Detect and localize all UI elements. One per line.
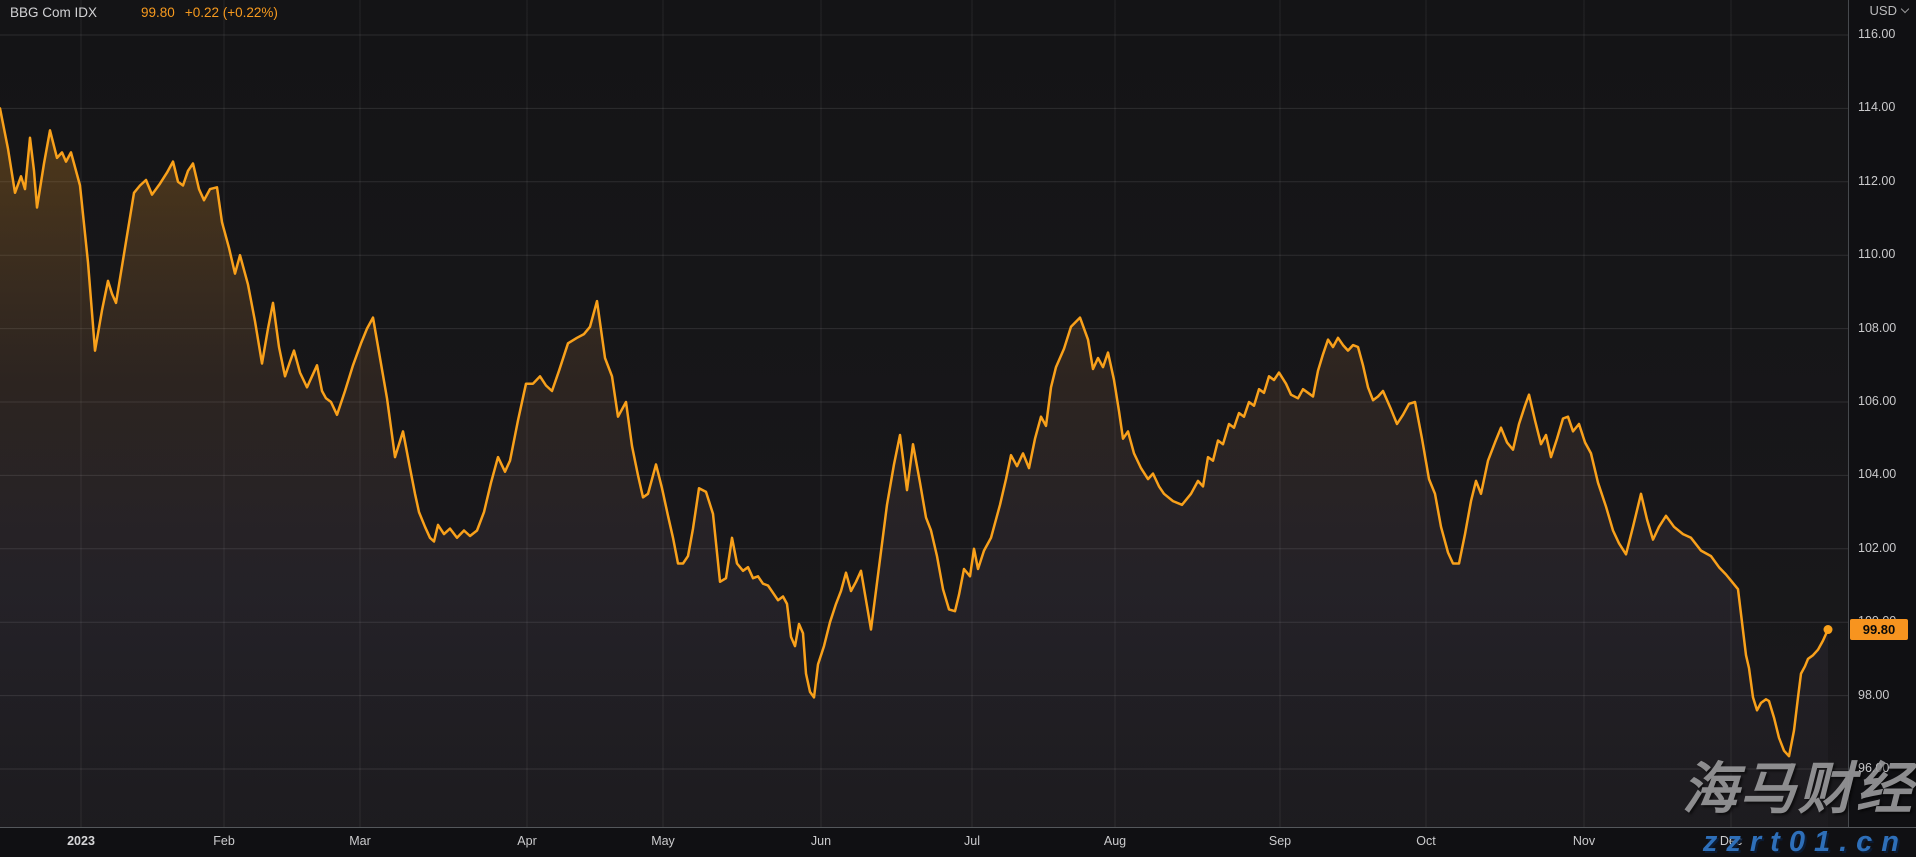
price-tick-116.00: 116.00 (1858, 27, 1895, 41)
time-tick-Sep: Sep (1269, 834, 1291, 848)
last-price-dot (1824, 625, 1833, 634)
chevron-down-icon (1901, 5, 1909, 13)
area-fill (0, 108, 1828, 827)
time-tick-Apr: Apr (517, 834, 536, 848)
price-tick-114.00: 114.00 (1858, 100, 1895, 114)
time-tick-Dec: Dec (1720, 834, 1742, 848)
price-tick-110.00: 110.00 (1858, 247, 1895, 261)
currency-dropdown[interactable]: USD (1870, 3, 1908, 18)
last-price-text: 99.80 (141, 5, 175, 20)
time-tick-2023: 2023 (67, 834, 95, 848)
time-tick-May: May (651, 834, 675, 848)
security-name: BBG Com IDX (10, 5, 97, 20)
time-tick-Aug: Aug (1104, 834, 1126, 848)
time-tick-Feb: Feb (213, 834, 235, 848)
price-tick-96.00: 96.00 (1858, 761, 1889, 775)
price-tick-112.00: 112.00 (1858, 174, 1895, 188)
time-tick-Nov: Nov (1573, 834, 1595, 848)
time-tick-Oct: Oct (1416, 834, 1435, 848)
price-axis: USD 116.00 114.00 112.00 110.00 108.00 106.00… (1848, 0, 1916, 827)
price-tick-98.00: 98.00 (1858, 688, 1889, 702)
security-header: BBG Com IDX 99.80 +0.22 (+0.22%) (10, 5, 278, 20)
last-price-badge: 99.80 (1850, 619, 1908, 640)
price-line-chart (0, 0, 1848, 827)
price-tick-102.00: 102.00 (1858, 541, 1896, 555)
price-chart-plot-area[interactable] (0, 0, 1848, 827)
price-tick-104.00: 104.00 (1858, 467, 1896, 481)
currency-label: USD (1870, 3, 1897, 18)
price-change-text: +0.22 (+0.22%) (185, 5, 278, 20)
price-tick-108.00: 108.00 (1858, 321, 1896, 335)
time-tick-Jul: Jul (964, 834, 980, 848)
chart-window: BBG Com IDX 99.80 +0.22 (+0.22%) USD 116.0… (0, 0, 1916, 857)
time-tick-Mar: Mar (349, 834, 371, 848)
price-tick-106.00: 106.00 (1858, 394, 1896, 408)
time-axis[interactable]: 2023 Feb Mar Apr May Jun Jul Aug Sep Oct Nov Dec (0, 827, 1916, 857)
time-tick-Jun: Jun (811, 834, 831, 848)
